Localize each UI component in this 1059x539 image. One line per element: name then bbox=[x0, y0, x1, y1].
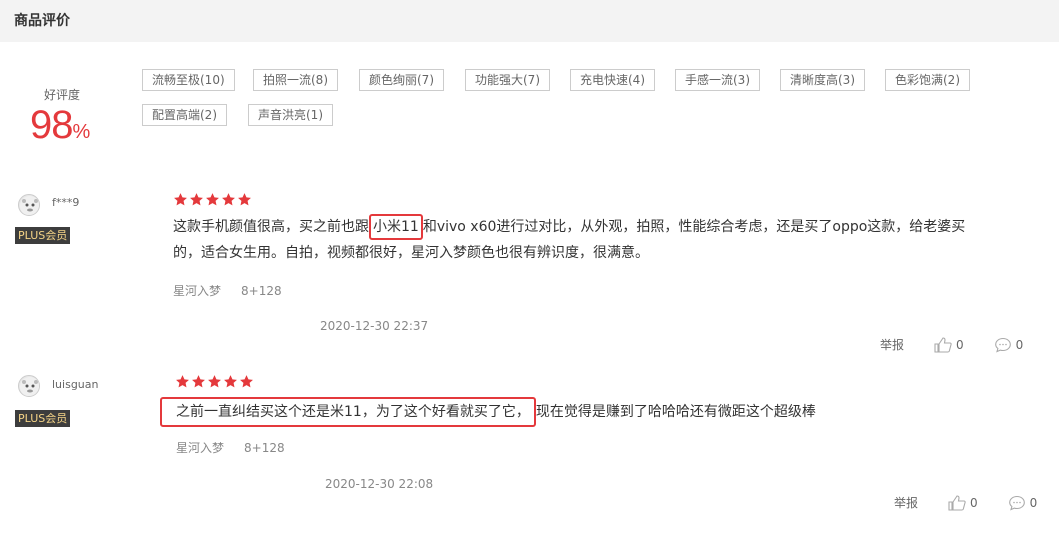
plus-member-badge: PLUS会员 bbox=[15, 410, 71, 427]
comment-button[interactable]: 0 bbox=[1008, 495, 1038, 511]
star-icon bbox=[223, 374, 238, 389]
review-text: 之前一直纠结买这个还是米11，为了这个好看就买了它， 现在觉得是赚到了哈哈哈还有微… bbox=[160, 397, 1020, 427]
star-icon bbox=[205, 192, 220, 207]
product-color: 星河入梦 bbox=[173, 284, 222, 298]
username: f***9 bbox=[52, 196, 80, 209]
review-text-part: 现在觉得是赚到了哈哈哈还有微距这个超级棒 bbox=[535, 404, 816, 420]
tag-item[interactable]: 功能强大(7) bbox=[465, 69, 550, 91]
star-icon bbox=[207, 374, 222, 389]
tag-item[interactable]: 声音洪亮(1) bbox=[248, 104, 333, 126]
username: luisguan bbox=[52, 378, 99, 391]
star-icon bbox=[175, 374, 190, 389]
review-text: 这款手机颜值很高，买之前也跟 小米11 和vivo x60进行过对比，从外观，拍照，… bbox=[173, 214, 1033, 266]
review-actions: 举报 0 0 bbox=[894, 494, 1037, 511]
review-text-line: 的，适合女生用。自拍，视频都很好，星河入梦颜色也很有辨识度，很满意。 bbox=[173, 245, 649, 261]
product-storage: 8+128 bbox=[241, 284, 282, 298]
review-text-part: 这款手机颜值很高，买之前也跟 bbox=[173, 219, 369, 235]
highlight-box: 之前一直纠结买这个还是米11，为了这个好看就买了它， bbox=[160, 397, 536, 427]
star-icon bbox=[191, 374, 206, 389]
section-header: 商品评价 bbox=[0, 0, 1059, 42]
report-link[interactable]: 举报 bbox=[880, 336, 904, 353]
thumbs-up-icon bbox=[948, 494, 966, 511]
comment-icon bbox=[1008, 495, 1025, 510]
comment-count: 0 bbox=[1015, 337, 1024, 352]
score-number: 98 bbox=[30, 103, 73, 147]
product-spec: 星河入梦 8+128 bbox=[176, 439, 285, 456]
like-button[interactable]: 0 bbox=[934, 336, 964, 353]
like-button[interactable]: 0 bbox=[948, 494, 978, 511]
tag-item[interactable]: 色彩饱满(2) bbox=[885, 69, 970, 91]
comment-count: 0 bbox=[1029, 495, 1038, 510]
star-icon bbox=[173, 192, 188, 207]
review-time: 2020-12-30 22:08 bbox=[325, 477, 434, 491]
star-icon bbox=[239, 374, 254, 389]
rating-score-panel: 好评度 98% bbox=[30, 86, 140, 148]
score-label: 好评度 bbox=[44, 88, 81, 102]
review-time: 2020-12-30 22:37 bbox=[320, 319, 429, 333]
score-value: 98% bbox=[30, 103, 140, 148]
star-icon bbox=[221, 192, 236, 207]
star-icon bbox=[237, 192, 252, 207]
review-text-part: 和vivo x60进行过对比，从外观，拍照，性能综合考虑，还是买了oppo这款，… bbox=[422, 219, 966, 235]
product-storage: 8+128 bbox=[244, 441, 285, 455]
tag-item[interactable]: 配置高端(2) bbox=[142, 104, 227, 126]
comment-icon bbox=[994, 337, 1011, 352]
thumbs-up-icon bbox=[934, 336, 952, 353]
section-title: 商品评价 bbox=[14, 13, 70, 29]
tag-item[interactable]: 手感一流(3) bbox=[675, 69, 760, 91]
product-spec: 星河入梦 8+128 bbox=[173, 282, 282, 299]
comment-button[interactable]: 0 bbox=[994, 337, 1024, 353]
star-icon bbox=[189, 192, 204, 207]
tag-item[interactable]: 颜色绚丽(7) bbox=[359, 69, 444, 91]
product-color: 星河入梦 bbox=[176, 441, 225, 455]
star-rating bbox=[173, 192, 252, 207]
highlight-box: 小米11 bbox=[369, 214, 423, 240]
avatar[interactable] bbox=[18, 375, 40, 397]
report-link[interactable]: 举报 bbox=[894, 494, 918, 511]
review-actions: 举报 0 0 bbox=[880, 336, 1023, 353]
tag-item[interactable]: 拍照一流(8) bbox=[253, 69, 338, 91]
like-count: 0 bbox=[970, 495, 978, 510]
tag-item[interactable]: 流畅至极(10) bbox=[142, 69, 235, 91]
tag-item[interactable]: 清晰度高(3) bbox=[780, 69, 865, 91]
star-rating bbox=[175, 374, 254, 389]
like-count: 0 bbox=[956, 337, 964, 352]
avatar[interactable] bbox=[18, 194, 40, 216]
plus-member-badge: PLUS会员 bbox=[15, 227, 71, 244]
tag-item[interactable]: 充电快速(4) bbox=[570, 69, 655, 91]
score-unit: % bbox=[72, 121, 91, 143]
